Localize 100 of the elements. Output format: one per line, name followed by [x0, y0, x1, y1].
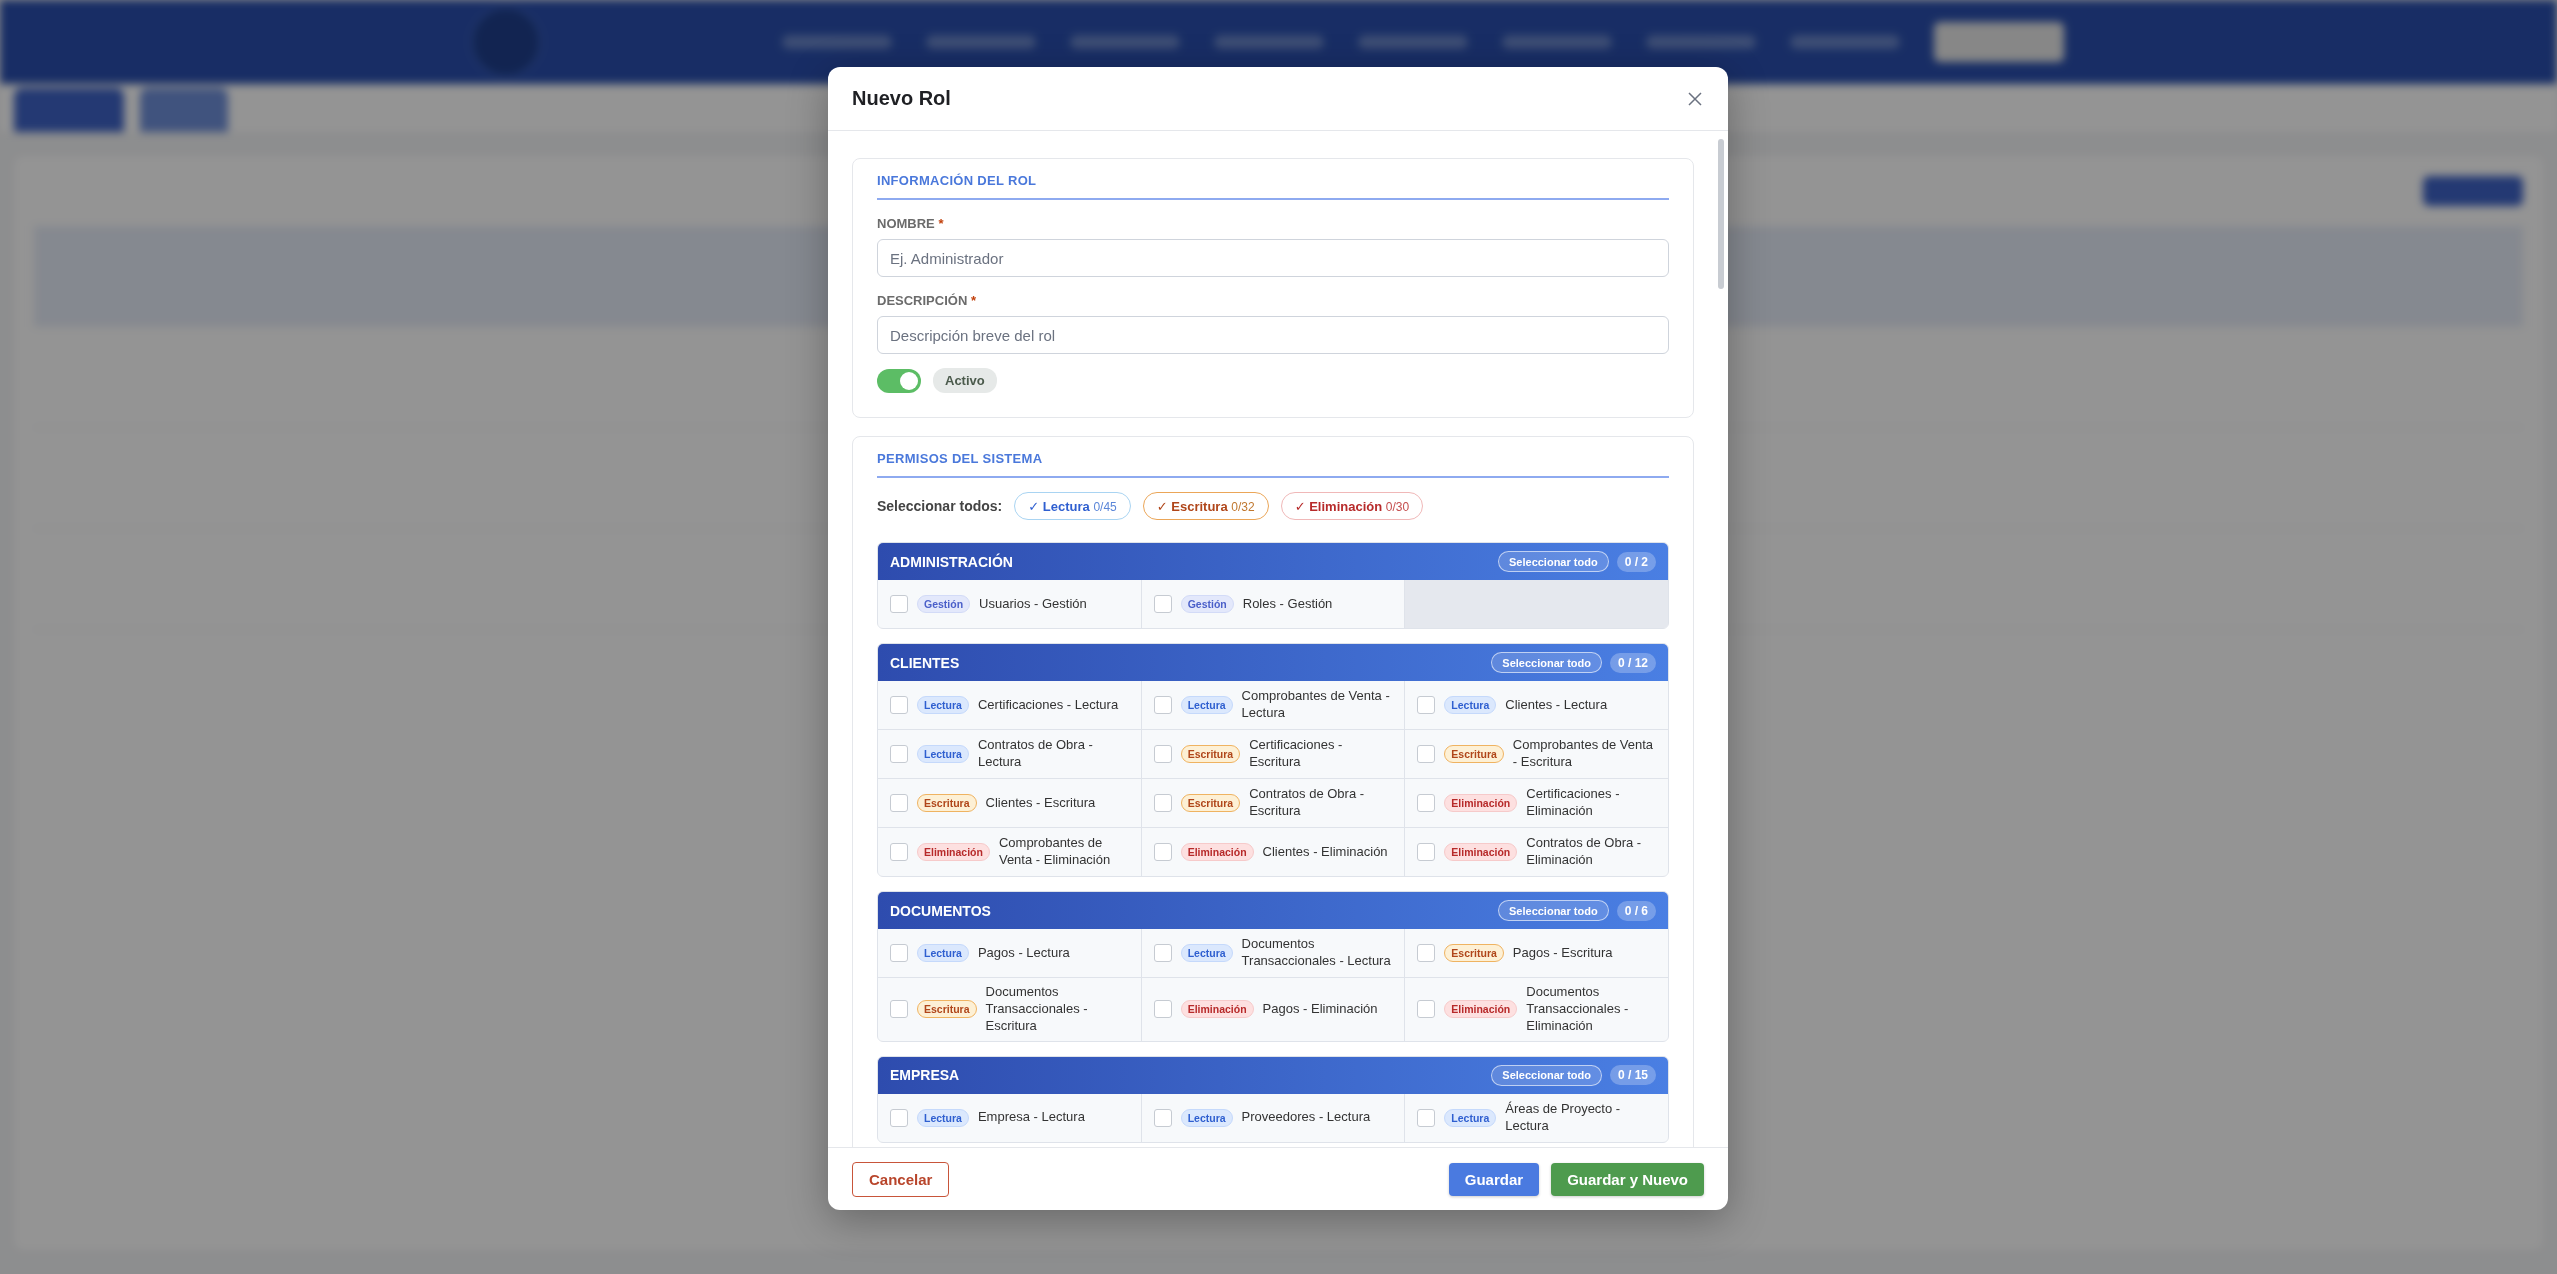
- section-heading: PERMISOS DEL SISTEMA: [877, 451, 1669, 478]
- permission-badge: Lectura: [1180, 696, 1233, 714]
- permission-badge: Lectura: [1180, 1108, 1233, 1127]
- permission-label: Pagos - Escritura: [1512, 944, 1613, 962]
- permission-badge: Escritura: [1444, 745, 1504, 763]
- field-label: DESCRIPCIÓN *: [877, 293, 976, 308]
- permission-label: Clientes - Escritura: [985, 794, 1096, 812]
- tab[interactable]: [140, 88, 228, 132]
- select-all-button[interactable]: Seleccionar todo: [1491, 1064, 1602, 1086]
- permission-badge: Lectura: [917, 1108, 969, 1127]
- field-label: NOMBRE *: [877, 216, 944, 231]
- permission-badge: Eliminación: [1180, 843, 1254, 861]
- add-button[interactable]: [2423, 176, 2523, 206]
- permission-badge: Lectura: [1444, 1108, 1497, 1127]
- permission-badge: Lectura: [917, 696, 969, 714]
- permission-badge: Escritura: [1180, 745, 1241, 763]
- checkbox[interactable]: [1417, 696, 1436, 714]
- checkbox[interactable]: [1153, 1000, 1172, 1019]
- close-icon[interactable]: [1686, 89, 1704, 108]
- checkbox[interactable]: [890, 745, 908, 763]
- permission-label: Certificaciones - Escritura: [1249, 737, 1344, 771]
- checkbox[interactable]: [1153, 843, 1172, 861]
- toggle-switch[interactable]: [877, 368, 921, 393]
- checkbox[interactable]: [1417, 745, 1436, 763]
- dialog-title: Nuevo Rol: [852, 87, 951, 110]
- permission-badge: Eliminación: [917, 843, 990, 861]
- permission-badge: Escritura: [917, 794, 977, 812]
- permission-label: Pagos - Lectura: [977, 944, 1070, 962]
- checkbox[interactable]: [1153, 745, 1172, 763]
- select-all-button[interactable]: Seleccionar todo: [1498, 900, 1609, 921]
- count-badge: 0 / 2: [1616, 551, 1656, 572]
- cancel-button[interactable]: Cancelar: [852, 1161, 950, 1197]
- checkbox[interactable]: [1417, 843, 1436, 861]
- checkbox[interactable]: [1153, 595, 1172, 613]
- permission-label: Contratos de Obra - Lectura: [977, 737, 1094, 771]
- permission-label: Comprobantes de Venta - Escritura: [1512, 737, 1655, 771]
- tab[interactable]: [14, 88, 124, 132]
- nav-item[interactable]: [926, 35, 1036, 49]
- checkbox[interactable]: [890, 843, 908, 861]
- checkbox[interactable]: [1417, 794, 1436, 812]
- nav-item[interactable]: [1214, 35, 1324, 49]
- permission-label: Contratos de Obra - Escritura: [1249, 786, 1366, 820]
- count-badge: 0 / 12: [1609, 652, 1656, 673]
- permission-badge: Lectura: [1444, 696, 1497, 714]
- permission-label: Documentos Transaccionales - Escritura: [985, 984, 1089, 1035]
- select-all-chip[interactable]: ✓ Lectura 0/45: [1014, 492, 1131, 520]
- input-field[interactable]: Ej. Administrador: [877, 239, 1669, 277]
- checkbox[interactable]: [1153, 1108, 1172, 1127]
- permission-badge: Gestión: [917, 595, 971, 613]
- count-badge: 0 / 6: [1616, 900, 1656, 921]
- nav-item[interactable]: [1502, 35, 1612, 49]
- permission-badge: Gestión: [1180, 595, 1234, 613]
- permission-label: Proveedores - Lectura: [1241, 1109, 1371, 1127]
- checkbox[interactable]: [1153, 944, 1172, 962]
- input-field[interactable]: Descripción breve del rol: [877, 316, 1669, 354]
- permission-label: Empresa - Lectura: [977, 1109, 1085, 1127]
- select-all-label: Seleccionar todos:: [877, 498, 1003, 514]
- permission-label: Documentos Transaccionales - Lectura: [1241, 936, 1392, 970]
- permission-badge: Lectura: [917, 944, 969, 962]
- select-all-button[interactable]: Seleccionar todo: [1498, 551, 1609, 572]
- permission-label: Clientes - Lectura: [1505, 696, 1608, 714]
- checkbox[interactable]: [1417, 1000, 1436, 1019]
- checkbox[interactable]: [1153, 696, 1172, 714]
- section-heading: INFORMACIÓN DEL ROL: [877, 173, 1669, 200]
- permission-badge: Eliminación: [1180, 1000, 1254, 1019]
- select-all-chip[interactable]: ✓ Eliminación 0/30: [1280, 492, 1424, 520]
- nav-item[interactable]: [1646, 35, 1756, 49]
- permission-label: Comprobantes de Venta - Lectura: [1241, 688, 1391, 722]
- permission-label: Roles - Gestión: [1242, 595, 1333, 613]
- permission-label: Áreas de Proyecto - Lectura: [1505, 1100, 1622, 1135]
- checkbox[interactable]: [890, 1108, 908, 1127]
- checkbox[interactable]: [1153, 794, 1172, 812]
- checkbox[interactable]: [890, 944, 908, 962]
- select-all-button[interactable]: Seleccionar todo: [1491, 652, 1602, 673]
- checkbox[interactable]: [890, 696, 908, 714]
- scrollbar[interactable]: [1718, 139, 1724, 289]
- save-and-new-button[interactable]: Guardar y Nuevo: [1551, 1162, 1704, 1196]
- nav-item[interactable]: [1358, 35, 1468, 49]
- group-title: EMPRESA: [890, 1067, 961, 1084]
- permission-badge: Lectura: [1180, 944, 1233, 962]
- nav-item[interactable]: [1790, 35, 1900, 49]
- permission-badge: Lectura: [917, 745, 969, 763]
- checkbox[interactable]: [1417, 1108, 1436, 1127]
- nav-item[interactable]: [1070, 35, 1180, 49]
- permission-badge: Escritura: [917, 1000, 977, 1019]
- nav-item[interactable]: [782, 35, 892, 49]
- permission-badge: Eliminación: [1444, 843, 1518, 861]
- group-title: DOCUMENTOS: [890, 902, 992, 919]
- count-badge: 0 / 15: [1609, 1065, 1656, 1086]
- permission-label: Documentos Transaccionales - Eliminación: [1526, 984, 1630, 1035]
- checkbox[interactable]: [890, 794, 908, 812]
- checkbox[interactable]: [1417, 944, 1436, 962]
- permission-label: Pagos - Eliminación: [1262, 1000, 1378, 1018]
- select-all-chip[interactable]: ✓ Escritura 0/32: [1142, 492, 1269, 520]
- checkbox[interactable]: [890, 1000, 908, 1019]
- save-button[interactable]: Guardar: [1448, 1162, 1540, 1196]
- checkbox[interactable]: [890, 595, 908, 613]
- permission-label: Certificaciones - Lectura: [977, 696, 1119, 714]
- permission-label: Certificaciones - Eliminación: [1526, 786, 1621, 820]
- permission-label: Usuarios - Gestión: [979, 595, 1087, 613]
